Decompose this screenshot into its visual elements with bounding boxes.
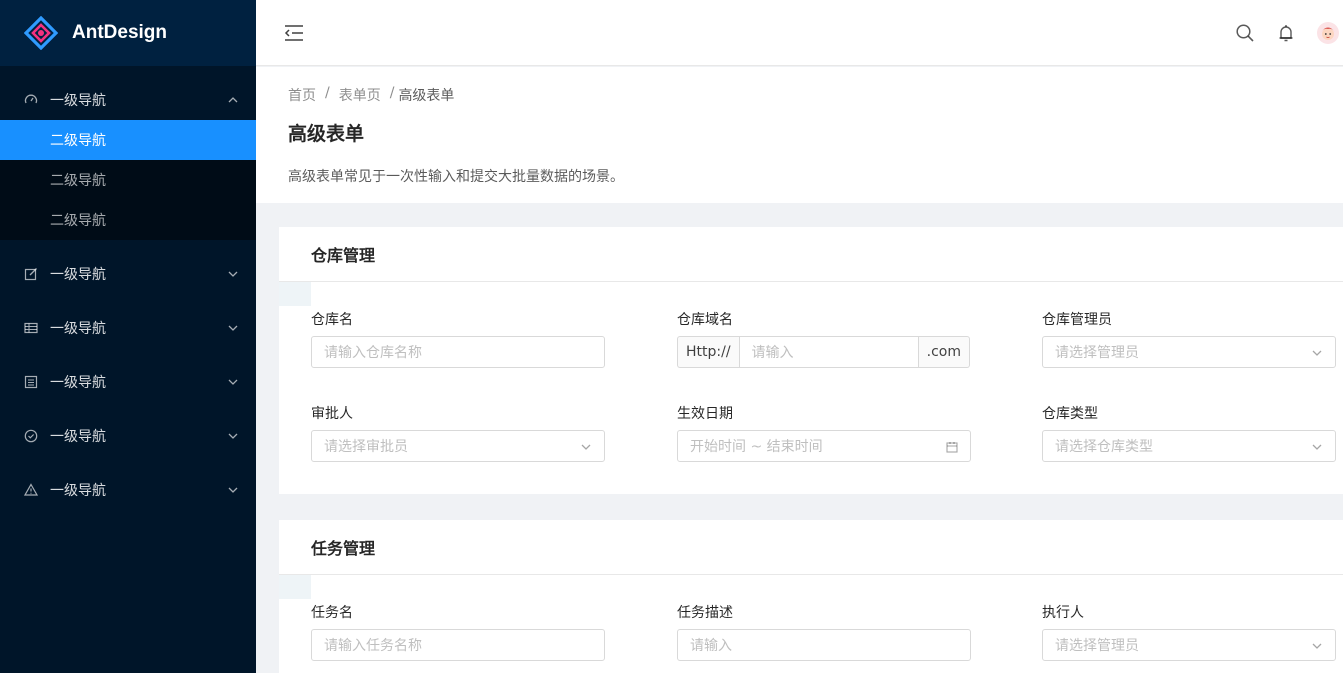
- chevron-down-icon: [1312, 444, 1322, 450]
- chevron-down-icon: [228, 379, 238, 385]
- header-actions: [1214, 22, 1343, 44]
- chevron-up-icon: [228, 97, 238, 103]
- card-decoration: [279, 575, 311, 599]
- menu-fold-icon[interactable]: [284, 24, 304, 42]
- executor-label: 执行人: [1042, 605, 1084, 621]
- table-icon: [24, 322, 38, 334]
- effective-date-range-picker[interactable]: 开始时间 ~ 结束时间: [677, 430, 971, 462]
- input-placeholder: 请选择管理员: [1055, 638, 1139, 654]
- breadcrumb-form[interactable]: 表单页: [339, 85, 381, 105]
- input-placeholder: 请输入仓库名称: [324, 345, 422, 361]
- sidebar: AntDesign 一级导航 二级导航 二级导航 二级导航 一级导航 一级导航 …: [0, 0, 256, 673]
- sidebar-item-label: 一级导航: [50, 375, 106, 391]
- chevron-down-icon: [228, 433, 238, 439]
- card-title: 任务管理: [279, 520, 1343, 575]
- domain-prefix: Http://: [677, 336, 739, 368]
- logo[interactable]: AntDesign: [0, 0, 256, 66]
- logo-icon: [24, 16, 58, 50]
- input-placeholder: 请选择仓库类型: [1055, 439, 1153, 455]
- domain-field[interactable]: 请输入: [738, 336, 919, 368]
- warehouse-card: 仓库管理 仓库名 请输入仓库名称 仓库域名 Http:// 请输入 .com 仓…: [279, 227, 1343, 494]
- chevron-down-icon: [1312, 643, 1322, 649]
- dashboard-icon: [24, 94, 38, 104]
- page-description: 高级表单常见于一次性输入和提交大批量数据的场景。: [288, 169, 624, 185]
- approver-label: 审批人: [311, 406, 353, 422]
- sidebar-subitem-label: 二级导航: [50, 173, 106, 189]
- warehouse-admin-select[interactable]: 请选择管理员: [1042, 336, 1336, 368]
- task-card: 任务管理 任务名 请输入任务名称 任务描述 请输入 执行人 请选择管理员: [279, 520, 1343, 673]
- sidebar-subitem-label: 二级导航: [50, 213, 106, 229]
- sidebar-subitem-label: 二级导航: [50, 133, 106, 149]
- warehouse-name-label: 仓库名: [311, 312, 353, 328]
- sidebar-item-label: 一级导航: [50, 321, 106, 337]
- breadcrumb-home[interactable]: 首页: [288, 85, 316, 105]
- chevron-down-icon: [1312, 350, 1322, 356]
- sidebar-item-label: 一级导航: [50, 267, 106, 283]
- chevron-down-icon: [581, 444, 591, 450]
- breadcrumb-separator: /: [389, 85, 395, 101]
- sidebar-subitem-1[interactable]: 二级导航: [0, 120, 256, 160]
- input-placeholder: 开始时间 ~ 结束时间: [690, 439, 823, 455]
- task-desc-input[interactable]: 请输入: [677, 629, 971, 661]
- page-header: 首页 / 表单页 / 高级表单 高级表单 高级表单常见于一次性输入和提交大批量数…: [256, 67, 1343, 203]
- warehouse-admin-label: 仓库管理员: [1042, 312, 1112, 328]
- brand-name: AntDesign: [72, 22, 167, 43]
- chevron-down-icon: [228, 271, 238, 277]
- search-icon[interactable]: [1235, 23, 1255, 43]
- sidebar-item-label: 一级导航: [50, 429, 106, 445]
- calendar-icon: [946, 442, 958, 453]
- task-name-label: 任务名: [311, 605, 353, 621]
- input-placeholder: 请选择审批员: [324, 439, 408, 455]
- sidebar-item-3[interactable]: 一级导航: [0, 308, 256, 348]
- warehouse-type-select[interactable]: 请选择仓库类型: [1042, 430, 1336, 462]
- chevron-down-icon: [228, 487, 238, 493]
- sidebar-item-label: 一级导航: [50, 93, 106, 109]
- profile-icon: [24, 375, 38, 389]
- sidebar-item-4[interactable]: 一级导航: [0, 362, 256, 402]
- chevron-down-icon: [228, 325, 238, 331]
- input-placeholder: 请输入: [751, 345, 794, 361]
- input-placeholder: 请选择管理员: [1055, 345, 1139, 361]
- breadcrumb: 首页 / 表单页 / 高级表单: [288, 85, 1311, 105]
- sidebar-item-6[interactable]: 一级导航: [0, 470, 256, 510]
- sidebar-subitem-3[interactable]: 二级导航: [0, 200, 256, 240]
- task-desc-label: 任务描述: [677, 605, 733, 621]
- task-name-input[interactable]: 请输入任务名称: [311, 629, 605, 661]
- page-title: 高级表单: [288, 123, 365, 145]
- card-decoration: [279, 282, 311, 306]
- input-placeholder: 请输入: [690, 638, 732, 654]
- sidebar-item-label: 一级导航: [50, 483, 106, 499]
- card-title: 仓库管理: [279, 227, 1343, 282]
- sidebar-menu: 一级导航 二级导航 二级导航 二级导航 一级导航 一级导航 一级导航 一级导航: [0, 66, 256, 510]
- warehouse-type-label: 仓库类型: [1042, 406, 1098, 422]
- sidebar-subitem-2[interactable]: 二级导航: [0, 160, 256, 200]
- warehouse-name-input[interactable]: 请输入仓库名称: [311, 336, 605, 368]
- warehouse-domain-input[interactable]: Http:// 请输入 .com: [677, 336, 970, 368]
- effective-date-label: 生效日期: [677, 406, 733, 422]
- sidebar-item-5[interactable]: 一级导航: [0, 416, 256, 456]
- domain-suffix: .com: [918, 336, 970, 368]
- breadcrumb-separator: /: [325, 85, 330, 101]
- check-circle-icon: [24, 429, 38, 443]
- warehouse-domain-label: 仓库域名: [677, 312, 733, 328]
- form-icon: [24, 268, 37, 281]
- approver-select[interactable]: 请选择审批员: [311, 430, 605, 462]
- input-placeholder: 请输入任务名称: [324, 638, 422, 654]
- executor-select[interactable]: 请选择管理员: [1042, 629, 1336, 661]
- sidebar-item-1[interactable]: 一级导航: [0, 80, 256, 120]
- submenu: 二级导航 二级导航 二级导航: [0, 120, 256, 240]
- avatar[interactable]: [1317, 22, 1339, 44]
- sidebar-item-2[interactable]: 一级导航: [0, 254, 256, 294]
- bell-icon[interactable]: [1276, 23, 1296, 43]
- top-header: [256, 0, 1343, 66]
- warning-icon: [24, 483, 38, 496]
- breadcrumb-current: 高级表单: [398, 88, 455, 104]
